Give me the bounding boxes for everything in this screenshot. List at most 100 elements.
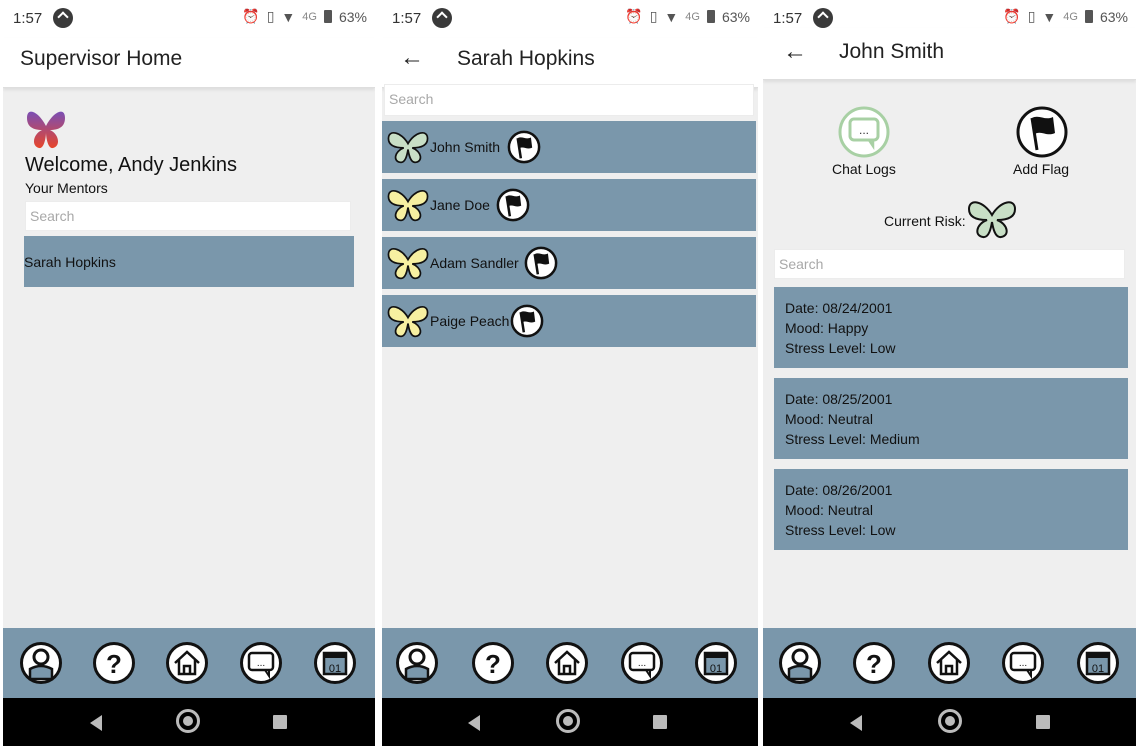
risk-butterfly-icon (967, 201, 1017, 239)
chat-logs-icon: ... (838, 106, 890, 158)
wifi-icon: ▼ (281, 8, 296, 25)
flag-icon[interactable] (510, 304, 544, 338)
mentee-row[interactable]: Paige Peach (382, 295, 756, 347)
notification-icon (432, 8, 452, 28)
alarm-icon: ⏰ (1003, 8, 1021, 24)
entry-mood: Mood: Happy (785, 320, 869, 336)
welcome-message: Welcome, Andy Jenkins (25, 154, 237, 176)
entry-date: Date: 08/25/2001 (785, 391, 893, 407)
app-bar: ← John Smith (763, 28, 1136, 80)
svg-text:01: 01 (329, 663, 341, 675)
home-icon[interactable] (166, 642, 208, 684)
flag-icon[interactable] (524, 246, 558, 280)
home-icon[interactable] (928, 642, 970, 684)
svg-text:...: ... (257, 658, 265, 669)
page-title: Supervisor Home (20, 47, 183, 70)
mentee-detail-screen: 1:57 ⏰ ▯ ▼ 4G 63% ← John Smith ... Chat … (763, 0, 1136, 746)
mentee-name: Adam Sandler (430, 255, 519, 271)
mood-entry-card[interactable]: Date: 08/25/2001 Mood: Neutral Stress Leve… (774, 378, 1128, 459)
search-input[interactable]: Search (384, 84, 754, 116)
calendar-icon[interactable]: 01 (1077, 642, 1119, 684)
status-bar: 1:57 ⏰ ▯ ▼ 4G 63% (3, 0, 375, 38)
system-nav-bar (3, 698, 375, 746)
chat-icon[interactable]: ... (240, 642, 282, 684)
risk-butterfly-icon (387, 190, 429, 222)
profile-icon[interactable] (396, 642, 438, 684)
system-recents-icon[interactable] (273, 715, 287, 729)
system-back-icon[interactable] (468, 715, 480, 731)
mentee-name: Paige Peach (430, 313, 510, 329)
svg-text:...: ... (859, 123, 869, 137)
risk-butterfly-icon (387, 248, 429, 280)
current-risk-label: Current Risk: (884, 213, 966, 229)
svg-text:?: ? (106, 649, 122, 679)
mood-entry-card[interactable]: Date: 08/26/2001 Mood: Neutral Stress Leve… (774, 469, 1128, 550)
entry-date: Date: 08/24/2001 (785, 300, 893, 316)
calendar-icon[interactable]: 01 (314, 642, 356, 684)
calendar-icon[interactable]: 01 (695, 642, 737, 684)
add-flag-button[interactable]: Add Flag (1009, 105, 1079, 180)
risk-butterfly-icon (387, 132, 429, 164)
help-icon[interactable]: ? (853, 642, 895, 684)
status-time: 1:57 (773, 10, 803, 27)
mentee-name: John Smith (430, 139, 501, 155)
profile-icon[interactable] (20, 642, 62, 684)
entry-mood: Mood: Neutral (785, 411, 873, 427)
mentee-row[interactable]: Jane Doe (382, 179, 756, 231)
system-nav-bar (763, 698, 1136, 746)
chat-logs-button[interactable]: ... Chat Logs (827, 105, 901, 180)
alarm-icon: ⏰ (242, 8, 260, 24)
flag-icon[interactable] (496, 188, 530, 222)
help-icon[interactable]: ? (472, 642, 514, 684)
entry-stress: Stress Level: Low (785, 340, 896, 356)
vibrate-icon: ▯ (266, 8, 275, 24)
svg-text:01: 01 (710, 663, 722, 675)
status-time: 1:57 (392, 10, 422, 27)
entry-stress: Stress Level: Low (785, 522, 896, 538)
svg-text:...: ... (638, 658, 646, 669)
wifi-icon: ▼ (1042, 8, 1057, 25)
mentor-row[interactable]: Sarah Hopkins (24, 236, 354, 287)
system-back-icon[interactable] (850, 715, 862, 731)
chat-icon[interactable]: ... (621, 642, 663, 684)
wifi-icon: ▼ (664, 8, 679, 25)
mentee-name: Jane Doe (430, 197, 490, 213)
app-bar: Supervisor Home (3, 38, 375, 88)
mentee-row[interactable]: Adam Sandler (382, 237, 756, 289)
status-bar: 1:57 ⏰ ▯ ▼ 4G 63% (382, 0, 758, 38)
entry-stress: Stress Level: Medium (785, 431, 920, 447)
chat-icon[interactable]: ... (1002, 642, 1044, 684)
back-arrow-icon[interactable]: ← (400, 44, 424, 72)
risk-butterfly-icon (387, 306, 429, 338)
search-input[interactable]: Search (774, 249, 1125, 279)
mood-entry-card[interactable]: Date: 08/24/2001 Mood: Happy Stress Level:… (774, 287, 1128, 368)
mentor-detail-screen: 1:57 ⏰ ▯ ▼ 4G 63% ← Sarah Hopkins Search… (382, 0, 758, 746)
battery-icon (1084, 10, 1093, 23)
entry-date: Date: 08/26/2001 (785, 482, 893, 498)
mentor-name: Sarah Hopkins (24, 254, 116, 270)
entry-mood: Mood: Neutral (785, 502, 873, 518)
system-recents-icon[interactable] (653, 715, 667, 729)
system-home-icon[interactable] (556, 709, 580, 733)
profile-icon[interactable] (779, 642, 821, 684)
chat-logs-label: Chat Logs (832, 161, 896, 177)
help-icon[interactable]: ? (93, 642, 135, 684)
network-label: 4G (302, 10, 317, 23)
app-bar: ← Sarah Hopkins (382, 38, 758, 88)
search-input[interactable]: Search (25, 201, 351, 231)
battery-level: 63% (338, 8, 367, 25)
home-icon[interactable] (546, 642, 588, 684)
battery-icon (706, 10, 715, 23)
back-arrow-icon[interactable]: ← (783, 38, 807, 66)
mentee-row[interactable]: John Smith (382, 121, 756, 173)
system-home-icon[interactable] (938, 709, 962, 733)
flag-icon[interactable] (507, 130, 541, 164)
system-back-icon[interactable] (90, 715, 102, 731)
system-home-icon[interactable] (176, 709, 200, 733)
system-recents-icon[interactable] (1036, 715, 1050, 729)
page-title: John Smith (839, 40, 945, 63)
alarm-icon: ⏰ (625, 8, 643, 24)
svg-text:...: ... (1019, 658, 1027, 669)
page-title: Sarah Hopkins (457, 47, 595, 70)
svg-text:01: 01 (1092, 663, 1104, 675)
